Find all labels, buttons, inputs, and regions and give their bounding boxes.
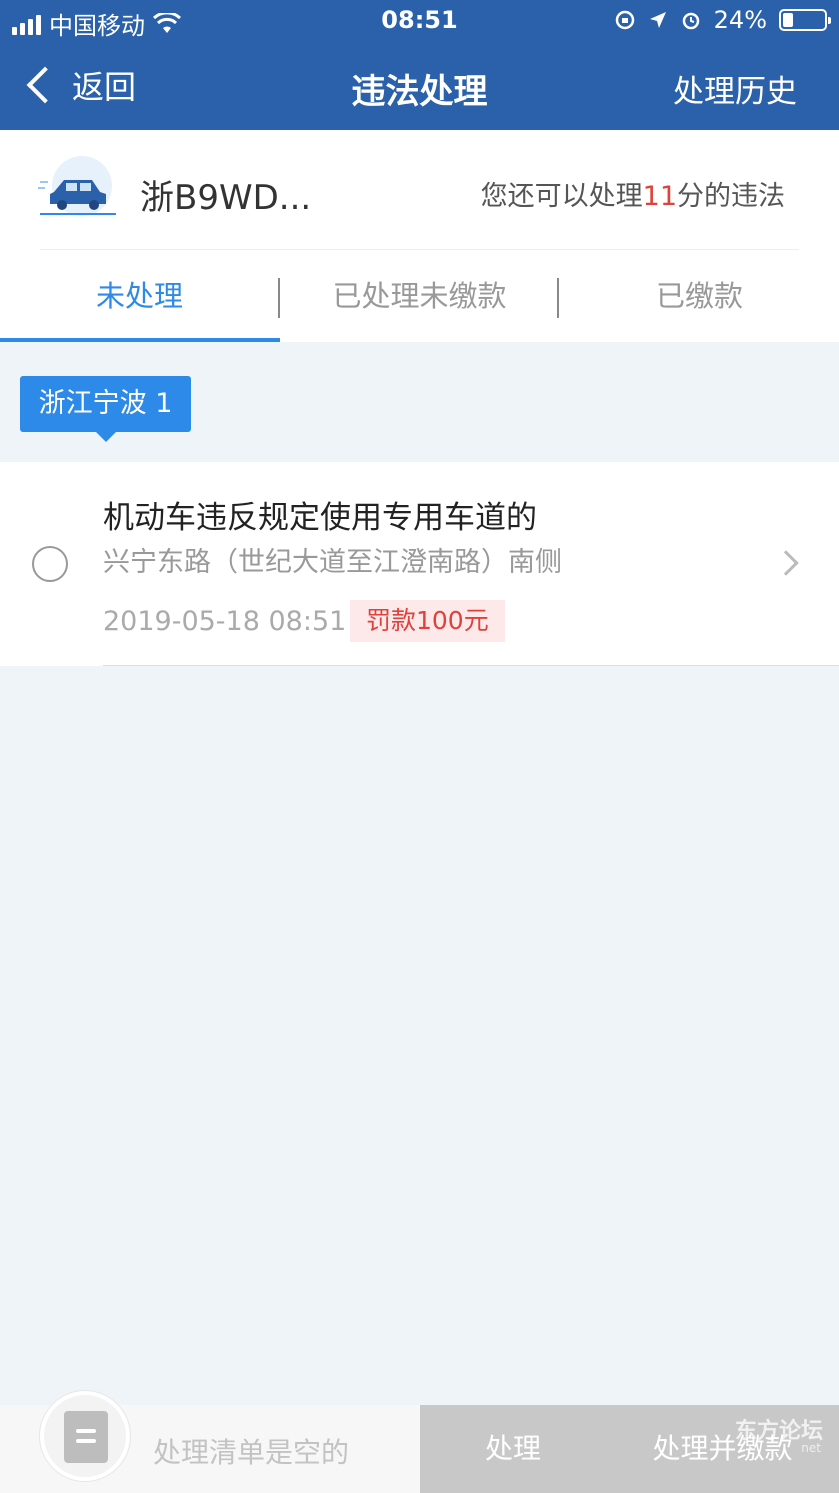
- status-tabs: 未处理 已处理未缴款 已缴款: [0, 250, 839, 342]
- watermark-sub: net: [801, 1441, 821, 1455]
- history-button[interactable]: 处理历史: [673, 66, 797, 111]
- region-badge[interactable]: 浙江宁波 1: [20, 376, 191, 442]
- tab-paid[interactable]: 已缴款: [560, 250, 839, 342]
- tab-unprocessed[interactable]: 未处理: [0, 250, 279, 342]
- location-icon: [649, 12, 666, 28]
- divider: [103, 665, 839, 666]
- plate-number: 浙B9WD...: [140, 178, 312, 218]
- nav-bar: 返回 违法处理 处理历史: [0, 44, 839, 130]
- car-icon: [38, 156, 116, 216]
- status-right: 24%: [614, 6, 831, 34]
- violation-location: 兴宁东路（世纪大道至江澄南路）南侧: [103, 547, 562, 578]
- fine-badge: 罚款100元: [350, 600, 505, 642]
- status-bar: 中国移动 08:51 24%: [0, 0, 839, 44]
- cart-status-text: 处理清单是空的: [153, 1436, 350, 1469]
- cart-area: 处理清单是空的: [0, 1391, 420, 1493]
- process-button[interactable]: 处理: [420, 1405, 606, 1493]
- bottom-action-bar: 处理清单是空的 处理 处理并缴款 东方论坛 net: [0, 1391, 839, 1493]
- select-radio[interactable]: [32, 546, 68, 582]
- battery-icon: [779, 9, 831, 31]
- tab-separator: [557, 278, 559, 318]
- cart-button[interactable]: [40, 1391, 130, 1481]
- points-quota: 您还可以处理11分的违法: [481, 174, 785, 213]
- active-tab-indicator: [0, 338, 280, 342]
- quota-prefix: 您还可以处理: [480, 181, 643, 212]
- top-bar: 中国移动 08:51 24% 返回 违法处理 处理历史: [0, 0, 839, 130]
- violation-time: 2019-05-18 08:51: [103, 606, 347, 637]
- violation-item[interactable]: 机动车违反规定使用专用车道的 兴宁东路（世纪大道至江澄南路）南侧 2019-05…: [0, 462, 839, 666]
- quota-suffix: 分的违法: [677, 181, 785, 212]
- chevron-right-icon: [773, 550, 799, 576]
- quota-points: 11: [642, 181, 677, 212]
- list-icon: [64, 1411, 108, 1463]
- alarm-icon: [682, 12, 699, 30]
- car-row: 浙B9WD... 您还可以处理11分的违法: [0, 130, 839, 250]
- rotation-lock-icon: [615, 10, 634, 30]
- violation-title: 机动车违反规定使用专用车道的: [103, 500, 537, 536]
- tab-processed-unpaid[interactable]: 已处理未缴款: [280, 250, 559, 342]
- car-card: 浙B9WD... 您还可以处理11分的违法 未处理 已处理未缴款 已缴款: [0, 130, 839, 342]
- battery-percent: 24%: [713, 6, 767, 34]
